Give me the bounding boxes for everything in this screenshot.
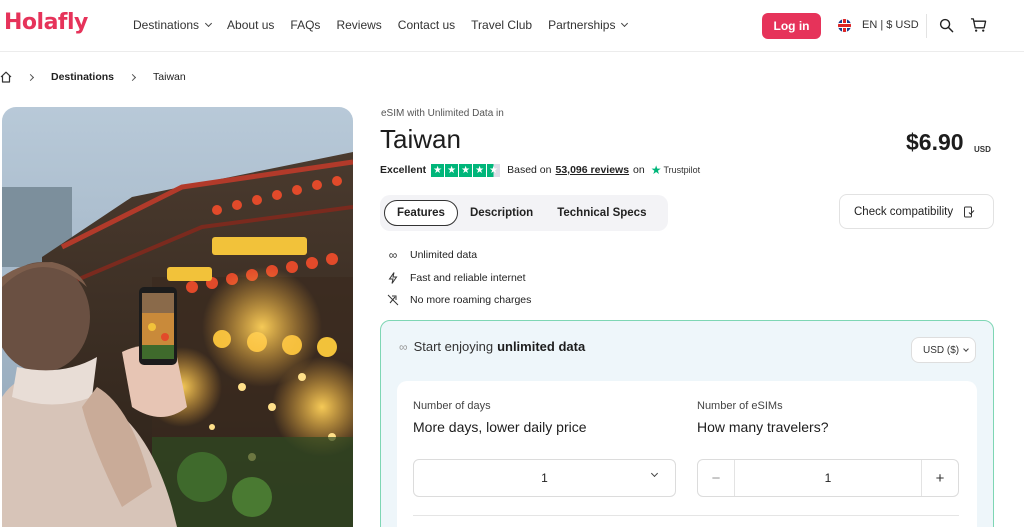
esims-title: How many travelers? <box>697 419 829 435</box>
currency-select[interactable]: USD ($) <box>911 337 976 363</box>
days-select[interactable]: 1 <box>413 459 676 497</box>
product-price: $6.90 <box>906 129 964 155</box>
trustpilot-logo[interactable]: Trustpilot <box>664 165 701 175</box>
nav-about-us[interactable]: About us <box>227 18 274 32</box>
breadcrumb-current: Taiwan <box>153 71 186 83</box>
holafly-logo[interactable]: Holafly <box>4 10 88 35</box>
chevron-down-icon <box>963 345 969 352</box>
main-nav: Destinations About us FAQs Reviews Conta… <box>133 18 643 32</box>
phone-check-icon <box>964 206 975 217</box>
days-label: Number of days <box>413 400 491 412</box>
search-icon[interactable] <box>939 18 954 33</box>
taiwan-hero-image <box>2 107 353 527</box>
nav-destinations[interactable]: Destinations <box>133 18 213 32</box>
no-roaming-icon <box>386 293 400 307</box>
nav-faqs[interactable]: FAQs <box>290 18 320 32</box>
esim-quantity-stepper[interactable]: − 1 + <box>697 459 959 497</box>
half-star-icon: ★ <box>487 163 501 177</box>
language-currency-selector[interactable]: EN | $ USD <box>862 19 919 31</box>
breadcrumb-destinations[interactable]: Destinations <box>51 71 114 83</box>
rating-label: Excellent <box>380 164 427 176</box>
star-icon: ★ <box>431 163 445 177</box>
breadcrumb: Destinations Taiwan <box>0 70 186 84</box>
tab-features[interactable]: Features <box>384 200 458 226</box>
hero-illustration <box>2 107 353 527</box>
check-compatibility-label: Check compatibility <box>854 205 954 218</box>
feature-text: Fast and reliable internet <box>410 271 526 284</box>
nav-travel-club[interactable]: Travel Club <box>471 18 532 32</box>
feature-text: No more roaming charges <box>410 294 532 307</box>
decrement-button[interactable]: − <box>698 460 735 496</box>
nav-reviews[interactable]: Reviews <box>336 18 381 32</box>
infinity-icon: ∞ <box>399 339 408 354</box>
divider <box>413 515 959 516</box>
currency-select-value: USD ($) <box>923 344 960 356</box>
infinity-icon: ∞ <box>388 248 398 263</box>
esim-quantity-value: 1 <box>824 471 832 485</box>
nav-faqs-label: FAQs <box>290 18 321 32</box>
star-icon: ★ <box>445 163 459 177</box>
login-button[interactable]: Log in <box>762 13 821 39</box>
product-subtitle: eSIM with Unlimited Data in <box>381 108 504 119</box>
product-tabs: Features Description Technical Specs <box>380 195 668 231</box>
nav-travel-club-label: Travel Club <box>471 18 533 32</box>
rating-on: on <box>633 164 645 176</box>
plan-heading-bold: unlimited data <box>497 339 586 354</box>
plan-heading: ∞ Start enjoying unlimited data <box>399 339 585 354</box>
home-icon[interactable] <box>0 71 12 83</box>
rating-stars: ★ ★ ★ ★ ★ <box>431 163 501 177</box>
tab-technical-specs[interactable]: Technical Specs <box>545 200 658 226</box>
nav-partnerships[interactable]: Partnerships <box>548 18 629 32</box>
chevron-right-icon <box>128 73 137 81</box>
plan-heading-prefix: Start enjoying <box>413 339 494 354</box>
nav-contact-us[interactable]: Contact us <box>398 18 455 32</box>
star-icon: ★ <box>459 163 473 177</box>
feature-item: No more roaming charges <box>386 289 531 312</box>
check-compatibility-button[interactable]: Check compatibility <box>839 194 994 229</box>
product-title: Taiwan <box>380 124 461 154</box>
uk-flag-icon[interactable] <box>838 19 851 32</box>
chevron-down-icon <box>650 469 659 478</box>
reviews-link[interactable]: 53,096 reviews <box>555 164 629 176</box>
site-header: Holafly Destinations About us FAQs Revie… <box>0 0 1024 52</box>
nav-partnerships-label: Partnerships <box>548 18 616 32</box>
cart-icon[interactable] <box>970 17 987 33</box>
nav-about-us-label: About us <box>227 18 275 32</box>
increment-button[interactable]: + <box>921 460 958 496</box>
price-currency: USD <box>974 145 991 154</box>
feature-text: Unlimited data <box>410 249 478 262</box>
days-title: More days, lower daily price <box>413 419 587 435</box>
plan-options-panel: Number of days More days, lower daily pr… <box>397 381 977 527</box>
trustpilot-rating: Excellent ★ ★ ★ ★ ★ Based on 53,096 revi… <box>380 163 700 177</box>
nav-contact-us-label: Contact us <box>397 18 456 32</box>
nav-reviews-label: Reviews <box>336 18 382 32</box>
feature-list: ∞ Unlimited data Fast and reliable inter… <box>386 244 531 312</box>
chevron-down-icon <box>205 19 213 28</box>
feature-item: Fast and reliable internet <box>386 267 531 290</box>
star-icon: ★ <box>473 163 487 177</box>
esims-label: Number of eSIMs <box>697 400 783 412</box>
nav-destinations-label: Destinations <box>133 18 200 32</box>
feature-item: ∞ Unlimited data <box>386 244 531 267</box>
lightning-icon <box>386 271 400 285</box>
plan-selector-card: ∞ Start enjoying unlimited data USD ($) … <box>380 320 994 527</box>
chevron-down-icon <box>621 19 629 28</box>
trustpilot-star-icon: ★ <box>650 163 662 177</box>
tab-description[interactable]: Description <box>458 200 545 226</box>
chevron-right-icon <box>26 73 35 81</box>
rating-based-on: Based on <box>507 164 552 176</box>
days-select-value: 1 <box>541 471 548 485</box>
header-divider <box>926 14 927 38</box>
